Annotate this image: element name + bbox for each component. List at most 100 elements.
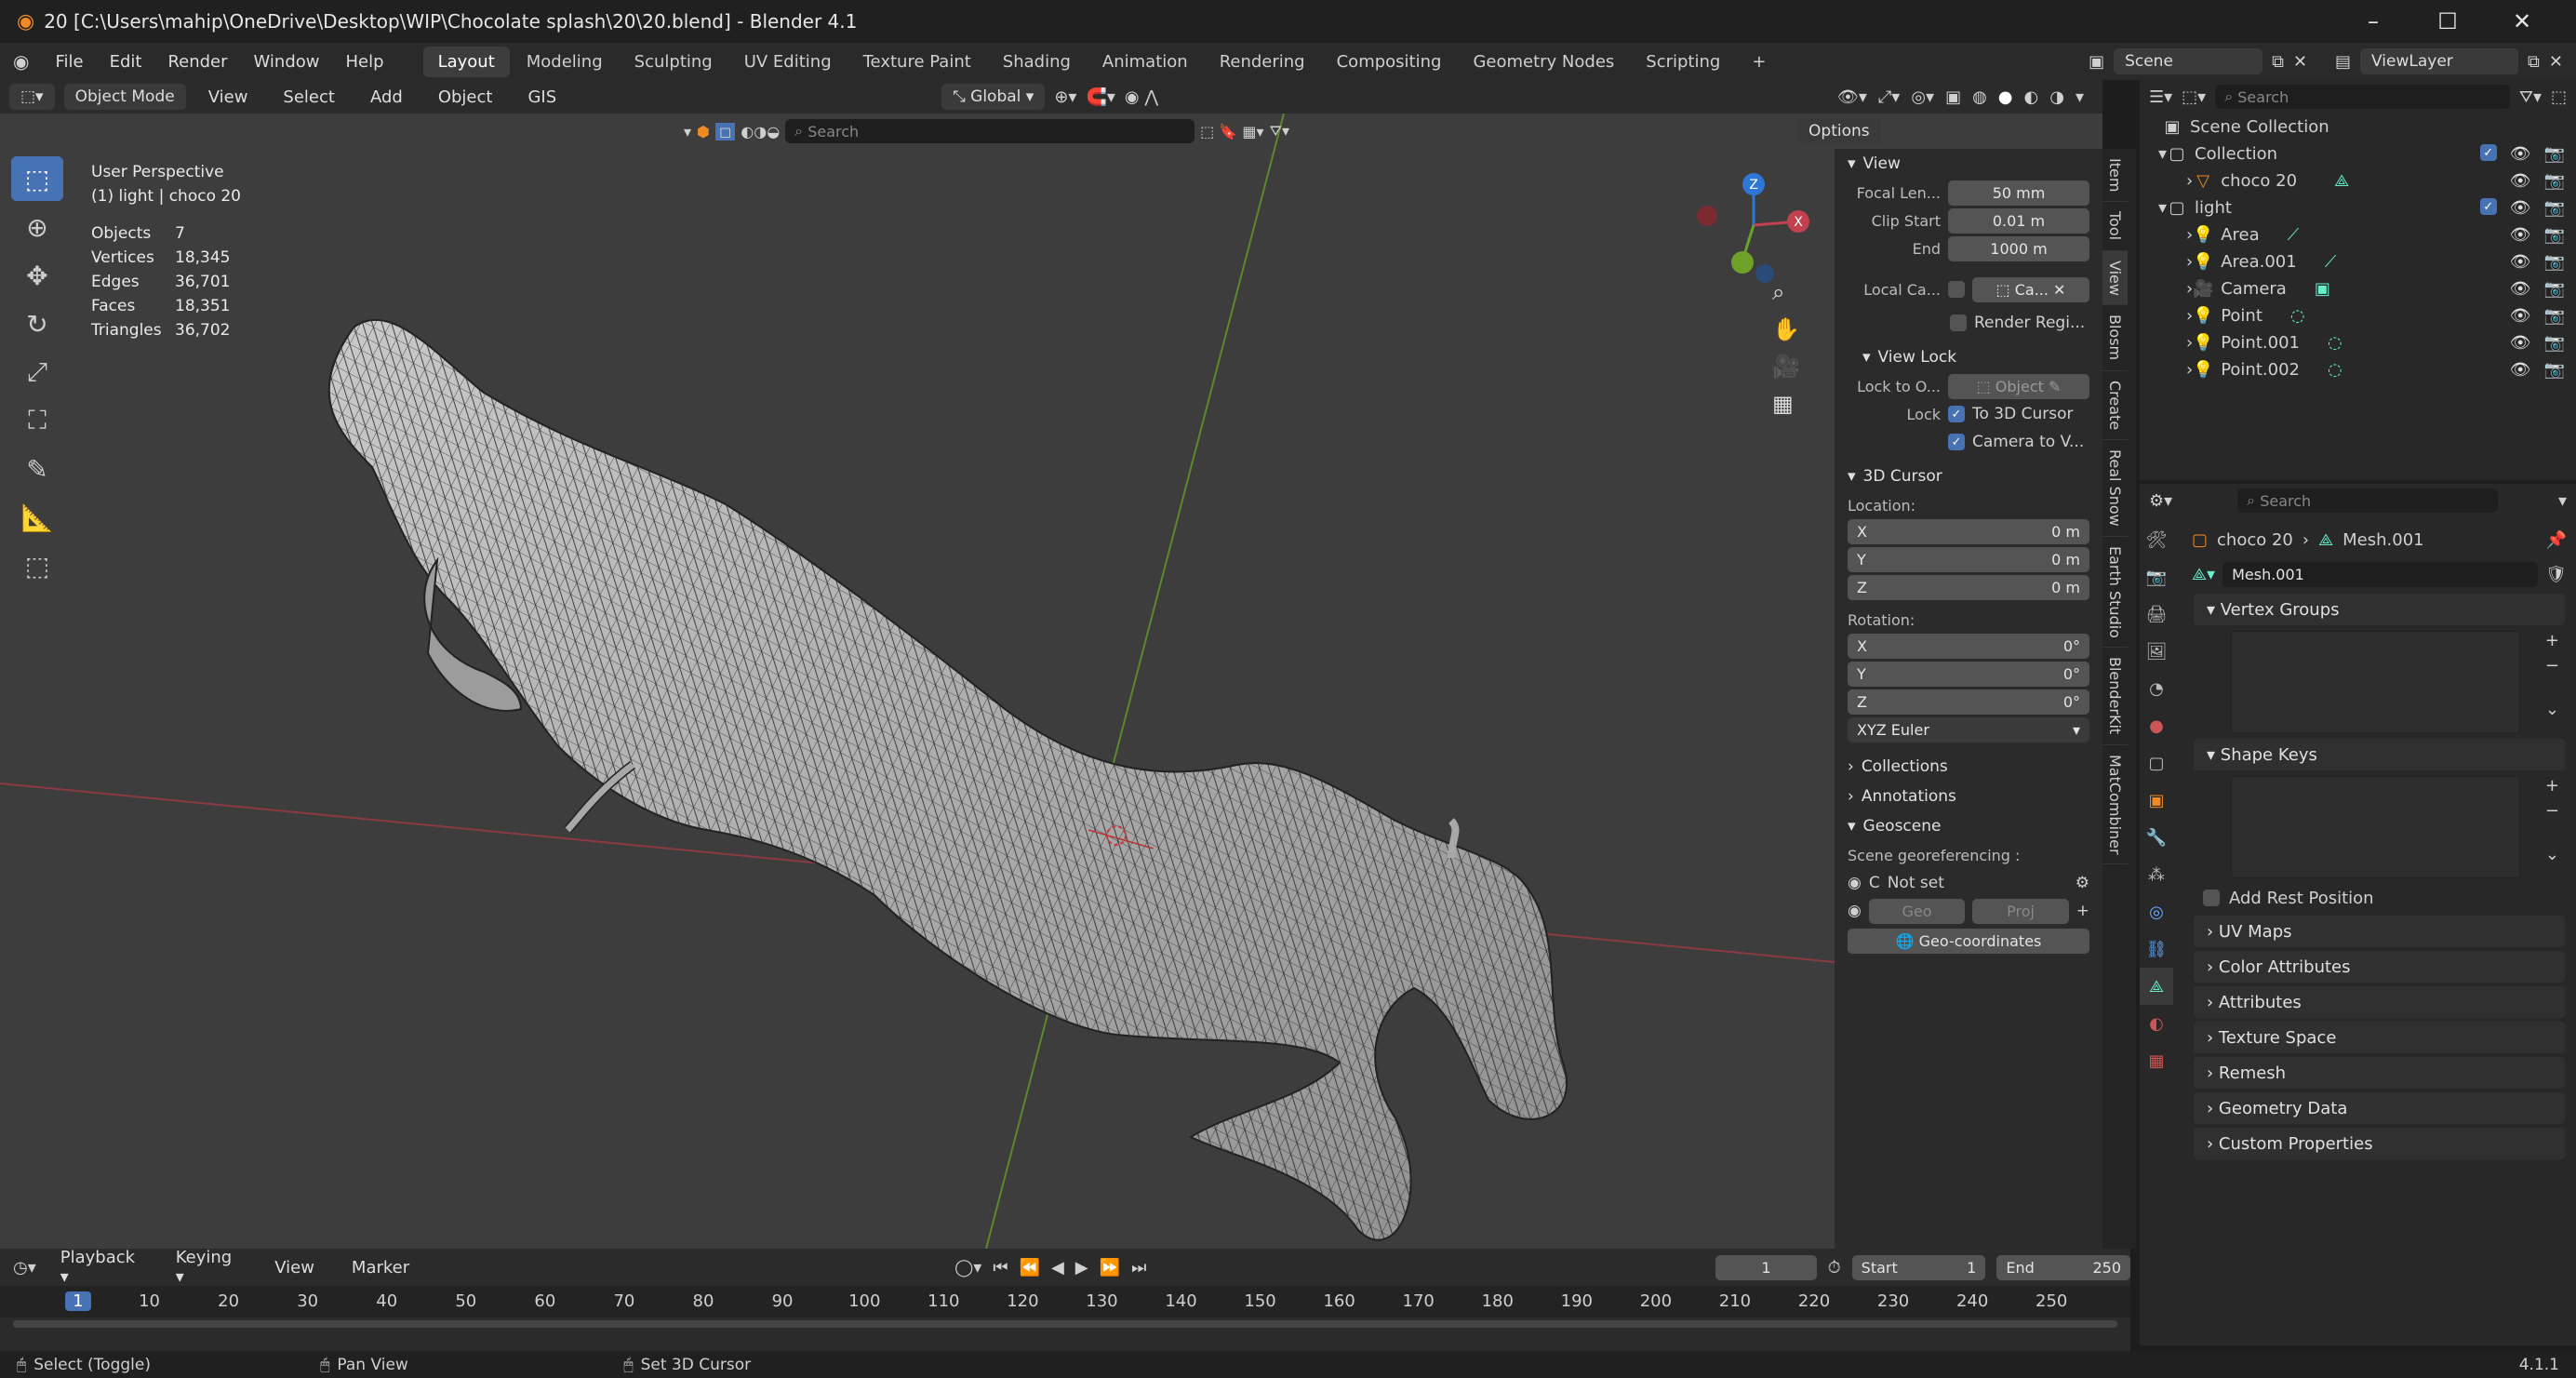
end-frame-field[interactable]: End 250 (1996, 1254, 2130, 1280)
tab-sculpting[interactable]: Sculpting (620, 47, 727, 77)
navigation-gizmo[interactable]: Z X (1688, 169, 1819, 290)
constraints-properties-icon[interactable]: ⛓ (2140, 930, 2173, 968)
new-scene-icon[interactable]: ⧉ (2272, 52, 2284, 72)
tab-uv-editing[interactable]: UV Editing (729, 47, 847, 77)
play-reverse-icon[interactable]: ◀ (1051, 1258, 1064, 1278)
playhead-frame-indicator[interactable]: 1 (65, 1291, 91, 1311)
menu-file[interactable]: File (42, 52, 96, 72)
proj-button[interactable]: Proj (1972, 898, 2069, 924)
play-icon[interactable]: ▶ (1075, 1258, 1088, 1278)
lock-to-object-field[interactable]: ⬚ Object ✎ (1948, 373, 2089, 399)
camera-icon[interactable]: 📷 (2544, 306, 2565, 326)
shading-options-icon[interactable]: ▾ (2075, 87, 2084, 107)
scale-tool-icon[interactable]: ⤢ (11, 350, 63, 395)
geoscene-settings-icon[interactable]: ⚙ (2075, 874, 2089, 892)
light-data-icon[interactable]: ⟋ (2325, 252, 2337, 272)
section-remesh[interactable]: › Remesh (2194, 1057, 2565, 1089)
add-vertex-group-icon[interactable]: + (2545, 631, 2559, 650)
pan-hand-icon[interactable]: ✋ (1772, 316, 1800, 342)
mesh-data-icon[interactable]: ⟁ (2334, 171, 2349, 191)
view-section-header[interactable]: ▾ View (1835, 149, 2102, 179)
transform-tool-icon[interactable]: ⛶ (11, 398, 63, 443)
collections-section-header[interactable]: › Collections (1835, 752, 2102, 782)
options-button[interactable]: Options (1797, 118, 1881, 144)
transform-orientation[interactable]: ⤡ Global ▾ (941, 84, 1046, 110)
jump-end-icon[interactable]: ⏭ (1131, 1258, 1146, 1278)
mode-selector[interactable]: Object Mode (63, 84, 186, 110)
3d-viewport[interactable]: User Perspective (1) light | choco 20 Ob… (0, 114, 2102, 1249)
render-properties-icon[interactable]: 📷 (2140, 558, 2173, 595)
view-layer-selector[interactable]: ViewLayer (2360, 48, 2519, 74)
camera-icon[interactable]: 📷 (2544, 360, 2565, 380)
viewport-menu-add[interactable]: Add (357, 87, 416, 107)
modifier-properties-icon[interactable]: 🔧 (2140, 819, 2173, 856)
view-layer-properties-icon[interactable]: 🖼 (2140, 633, 2173, 670)
jump-start-icon[interactable]: ⏮ (993, 1258, 1008, 1278)
outliner-row-scene-collection[interactable]: ▣ Scene Collection (2140, 114, 2576, 140)
light-data-icon[interactable]: ◌ (2290, 306, 2305, 326)
tab-item[interactable]: Item (2102, 149, 2128, 203)
outliner-editor-type-icon[interactable]: ☰▾ (2149, 87, 2172, 107)
pivot-icon[interactable]: ⊕▾ (1054, 87, 1076, 107)
output-properties-icon[interactable]: 🖨 (2140, 595, 2173, 633)
remove-view-layer-icon[interactable]: ✕ (2549, 52, 2563, 72)
shading-wireframe-icon[interactable]: ◍ (1972, 87, 1987, 107)
annotate-tool-icon[interactable]: ✎ (11, 447, 63, 491)
select-box-icon[interactable]: ◻ (715, 122, 736, 140)
cursor-rotation-y[interactable]: Y 0° (1848, 662, 2089, 687)
light-data-icon[interactable]: ⟋ (2288, 225, 2300, 245)
blender-menu-icon[interactable]: ◉ (0, 50, 42, 73)
camera-icon[interactable]: 📷 (2544, 144, 2565, 164)
tab-blenderkit[interactable]: BlenderKit (2102, 648, 2128, 745)
timeline-menu-view[interactable]: View (261, 1258, 327, 1278)
outliner-row-camera[interactable]: › 🎥 Camera ▣ 👁 📷 (2140, 275, 2576, 302)
filter-collapse-icon[interactable]: ▾ (684, 123, 691, 140)
tab-modeling[interactable]: Modeling (512, 47, 618, 77)
new-collection-icon[interactable]: ⬚ (2551, 87, 2567, 107)
focal-length-field[interactable]: 50 mm (1948, 180, 2089, 206)
remove-scene-icon[interactable]: ✕ (2293, 52, 2307, 72)
vertex-groups-section-header[interactable]: ▾ Vertex Groups (2194, 594, 2565, 625)
particles-properties-icon[interactable]: ⁂ (2140, 856, 2173, 893)
shading-material-icon[interactable]: ◐ (2024, 87, 2039, 107)
tab-layout[interactable]: Layout (422, 46, 510, 77)
start-frame-field[interactable]: Start 1 (1851, 1254, 1986, 1280)
cursor-tool-icon[interactable]: ⊕ (11, 205, 63, 249)
stopwatch-icon[interactable]: ⏱ (1828, 1258, 1841, 1278)
tab-animation[interactable]: Animation (1088, 47, 1203, 77)
texture-properties-icon[interactable]: ▦ (2140, 1042, 2173, 1079)
section-attributes[interactable]: › Attributes (2194, 986, 2565, 1018)
camera-icon[interactable]: 📷 (2544, 333, 2565, 353)
bookmark-icon[interactable]: ⬚ 🔖 ▦▾ (1200, 123, 1263, 140)
camera-icon[interactable]: 📷 (2544, 198, 2565, 218)
properties-options-icon[interactable]: ▾ (2558, 491, 2567, 511)
outliner-row-light[interactable]: ▾ ▢ light ✓ 👁 📷 (2140, 194, 2576, 221)
viewport-menu-object[interactable]: Object (425, 87, 506, 107)
radio-crs-icon[interactable]: ◉ (1848, 874, 1862, 892)
tab-scripting[interactable]: Scripting (1631, 47, 1735, 77)
eye-icon[interactable]: 👁 (2510, 306, 2531, 326)
add-rest-position-checkbox[interactable] (2203, 890, 2220, 906)
frame-ruler[interactable]: 1 10 20 30 40 50 60 70 80 90 100 110 120 130 140 150 160… (0, 1286, 2130, 1318)
jump-keyframe-back-icon[interactable]: ⏪ (1020, 1258, 1040, 1278)
close-button[interactable]: ✕ (2485, 8, 2559, 34)
vertex-group-menu-icon[interactable]: ⌄ (2545, 700, 2559, 719)
shape-key-menu-icon[interactable]: ⌄ (2545, 845, 2559, 864)
tab-blosm[interactable]: Blosm (2102, 305, 2128, 371)
section-custom-properties[interactable]: › Custom Properties (2194, 1128, 2565, 1159)
light-data-icon[interactable]: ◌ (2328, 333, 2342, 353)
viewport-menu-gis[interactable]: GIS (514, 87, 569, 107)
visibility-icon[interactable]: 👁▾ (1837, 87, 1867, 107)
clip-end-field[interactable]: 1000 m (1948, 235, 2089, 261)
cursor-rotation-x[interactable]: X 0° (1848, 634, 2089, 659)
view-lock-section-header[interactable]: ▾ View Lock (1835, 342, 2102, 372)
tab-earth-studio[interactable]: Earth Studio (2102, 537, 2128, 649)
viewport-menu-view[interactable]: View (195, 87, 261, 107)
cursor-location-y[interactable]: Y0 m (1848, 547, 2089, 572)
tab-rendering[interactable]: Rendering (1205, 47, 1320, 77)
editor-type-icon[interactable]: ⬚▾ (9, 84, 55, 110)
local-camera-checkbox[interactable] (1948, 281, 1965, 298)
current-frame-field[interactable]: 1 (1715, 1254, 1817, 1280)
camera-icon[interactable]: 📷 (2544, 252, 2565, 272)
light-data-icon[interactable]: ◌ (2328, 360, 2342, 380)
